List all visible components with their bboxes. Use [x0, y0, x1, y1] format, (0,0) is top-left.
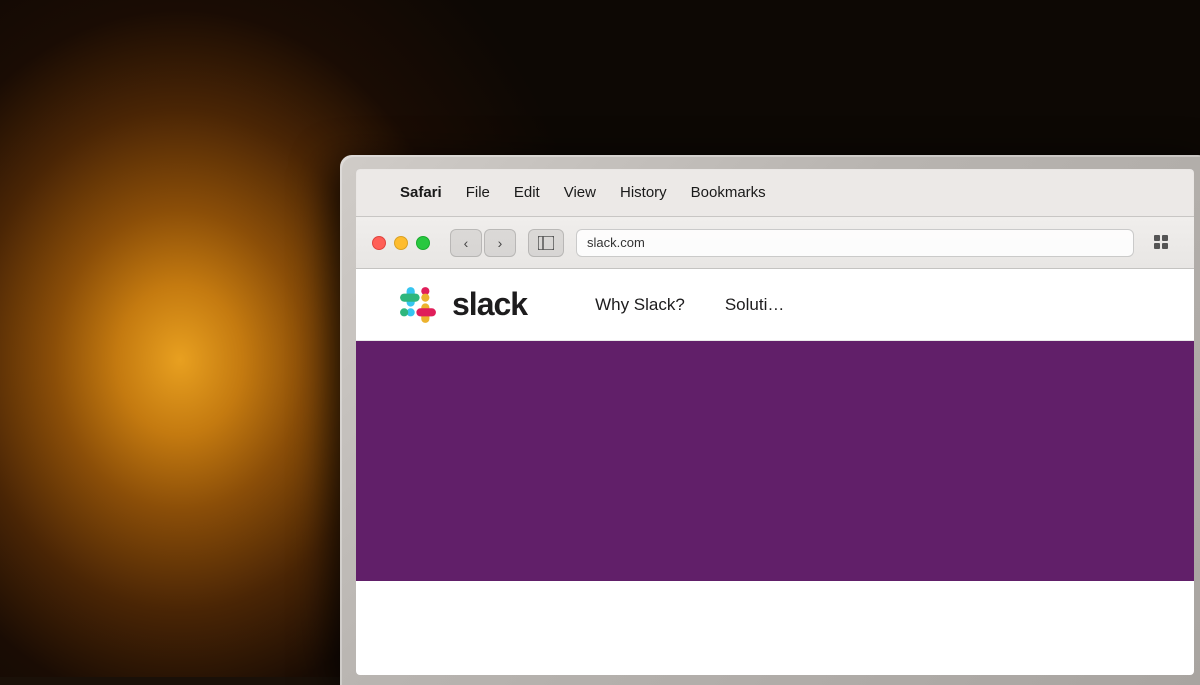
url-text: slack.com [587, 235, 645, 250]
menu-bookmarks[interactable]: Bookmarks [691, 184, 766, 201]
menu-file[interactable]: File [466, 184, 490, 201]
close-button[interactable] [372, 236, 386, 250]
slack-hero-section [356, 341, 1194, 581]
slack-wordmark: slack [452, 286, 527, 323]
sidebar-toggle-button[interactable] [528, 229, 564, 257]
laptop-frame: Safari File Edit View History Bookmarks … [340, 155, 1200, 685]
back-button[interactable]: ‹ [450, 229, 482, 257]
app-name-label[interactable]: Safari [400, 184, 442, 201]
forward-button[interactable]: › [484, 229, 516, 257]
slack-icon [396, 283, 440, 327]
menu-view[interactable]: View [564, 184, 596, 201]
minimize-button[interactable] [394, 236, 408, 250]
slack-logo[interactable]: slack [396, 283, 527, 327]
sidebar-icon [538, 236, 554, 250]
traffic-lights [372, 236, 430, 250]
forward-icon: › [498, 235, 503, 251]
menu-edit[interactable]: Edit [514, 184, 540, 201]
slack-nav-items: Why Slack? Soluti… [595, 295, 784, 315]
back-icon: ‹ [464, 235, 469, 251]
slack-navbar: slack Why Slack? Soluti… [356, 269, 1194, 341]
nav-solutions[interactable]: Soluti… [725, 295, 785, 315]
address-bar[interactable]: slack.com [576, 229, 1134, 257]
macos-menubar: Safari File Edit View History Bookmarks [356, 169, 1194, 217]
menu-history[interactable]: History [620, 184, 667, 201]
grid-icon [1154, 235, 1170, 251]
safari-toolbar: ‹ › slack.com [356, 217, 1194, 269]
nav-buttons: ‹ › [450, 229, 516, 257]
nav-why-slack[interactable]: Why Slack? [595, 295, 685, 315]
tabs-grid-button[interactable] [1146, 229, 1178, 257]
laptop-screen: Safari File Edit View History Bookmarks … [356, 169, 1194, 675]
webpage-content: slack Why Slack? Soluti… [356, 269, 1194, 675]
maximize-button[interactable] [416, 236, 430, 250]
